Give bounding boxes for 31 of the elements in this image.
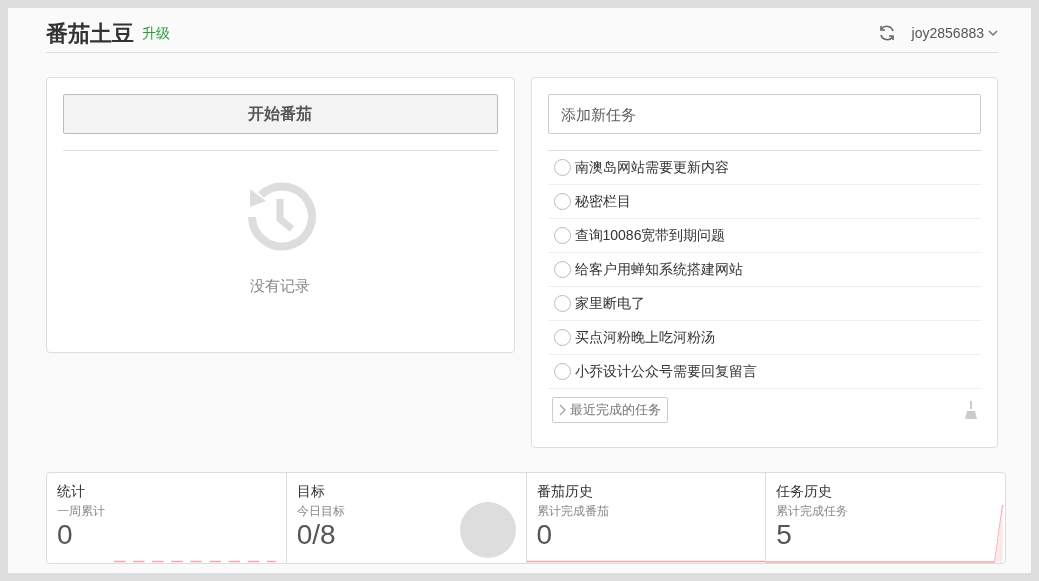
stat-subtitle: 累计完成任务	[776, 503, 849, 520]
chevron-icon	[558, 403, 566, 416]
task-text: 查询10086宽带到期问题	[574, 226, 726, 245]
stat-title: 任务历史	[776, 482, 833, 501]
user-menu[interactable]: joy2856883	[911, 22, 998, 44]
add-task-field[interactable]: 添加新任务	[547, 94, 981, 134]
recent-tasks-button[interactable]: 最近完成的任务	[551, 397, 668, 423]
task-text: 买点河粉晚上吃河粉汤	[574, 328, 715, 347]
app-title: 番茄土豆	[46, 19, 134, 48]
stat-subtitle: 今日目标	[296, 503, 345, 520]
stat-subtitle: 累计完成番茄	[536, 503, 609, 520]
broom-icon[interactable]	[965, 400, 977, 419]
task-text: 小乔设计公众号需要回复留言	[574, 362, 757, 381]
upgrade-link[interactable]: 升级	[142, 22, 170, 44]
start-button[interactable]: 开始番茄	[63, 94, 498, 134]
caret-icon	[988, 29, 998, 37]
task-text: 家里断电了	[574, 294, 645, 313]
stat-subtitle: 一周累计	[57, 503, 105, 520]
stat-title: 目标	[296, 482, 325, 501]
task-text: 南澳岛网站需要更新内容	[574, 158, 729, 177]
task-text: 秘密栏目	[574, 192, 631, 211]
stat-value: 0	[57, 520, 73, 551]
progress-circle	[459, 502, 516, 558]
stat-value: 0/8	[296, 520, 336, 551]
stat-title: 番茄历史	[536, 482, 593, 501]
task-text: 给客户用蝉知系统搭建网站	[574, 260, 743, 279]
empty-text: 没有记录	[250, 276, 311, 296]
refresh-icon[interactable]	[877, 24, 896, 42]
stat-value: 5	[776, 520, 792, 551]
stat-value: 0	[536, 520, 553, 551]
stat-title: 统计	[57, 482, 85, 501]
